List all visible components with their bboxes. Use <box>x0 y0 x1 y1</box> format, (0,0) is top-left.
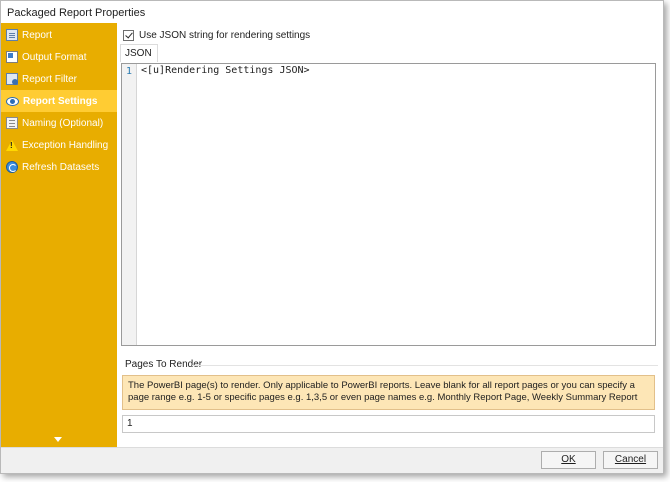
refresh-icon <box>6 161 18 173</box>
line-number: 1 <box>126 66 133 77</box>
report-settings-icon <box>6 96 19 106</box>
pages-to-render-input[interactable]: 1 <box>122 415 655 433</box>
sidebar-item-output-format[interactable]: Output Format <box>1 46 117 68</box>
code-line[interactable]: <[u]Rendering Settings JSON> <box>141 65 310 76</box>
sidebar-item-report-filter[interactable]: Report Filter <box>1 68 117 90</box>
sidebar-item-exception-handling[interactable]: Exception Handling <box>1 134 117 156</box>
output-format-icon <box>6 51 18 63</box>
naming-icon <box>6 117 18 129</box>
line-number-gutter: 1 <box>122 64 137 345</box>
sidebar-item-report[interactable]: Report <box>1 24 117 46</box>
sidebar-item-label: Exception Handling <box>22 139 109 151</box>
report-filter-icon <box>6 73 18 85</box>
tab-json[interactable]: JSON <box>120 44 158 62</box>
sidebar-item-naming[interactable]: Naming (Optional) <box>1 112 117 134</box>
sidebar-item-label: Output Format <box>22 51 87 63</box>
section-divider <box>192 365 658 366</box>
report-settings-panel: Use JSON string for rendering settings J… <box>117 23 663 447</box>
pages-to-render-title: Pages To Render <box>125 359 203 370</box>
json-editor[interactable]: 1 <[u]Rendering Settings JSON> <box>121 63 656 346</box>
use-json-toggle[interactable]: Use JSON string for rendering settings <box>123 30 310 41</box>
sidebar-item-label: Refresh Datasets <box>22 161 100 173</box>
report-icon <box>6 29 18 41</box>
sidebar-item-label: Report Settings <box>23 95 98 107</box>
dialog-window: Packaged Report Properties Report Output… <box>0 0 664 474</box>
sidebar: Report Output Format Report Filter Repor… <box>1 23 117 447</box>
cancel-button[interactable]: Cancel <box>603 451 658 469</box>
sidebar-item-label: Report <box>22 29 53 41</box>
chevron-down-icon[interactable] <box>54 437 62 442</box>
use-json-label: Use JSON string for rendering settings <box>139 30 311 41</box>
sidebar-item-report-settings[interactable]: Report Settings <box>1 90 117 112</box>
sidebar-item-label: Report Filter <box>22 73 78 85</box>
ok-button[interactable]: OK <box>541 451 596 469</box>
sidebar-item-label: Naming (Optional) <box>22 117 104 129</box>
sidebar-item-refresh-datasets[interactable]: Refresh Datasets <box>1 156 117 178</box>
pages-info-box: The PowerBI page(s) to render. Only appl… <box>122 375 655 410</box>
warning-icon <box>6 139 18 151</box>
use-json-checkbox[interactable] <box>123 30 134 41</box>
footer-divider <box>1 447 663 448</box>
window-title: Packaged Report Properties <box>1 1 663 23</box>
